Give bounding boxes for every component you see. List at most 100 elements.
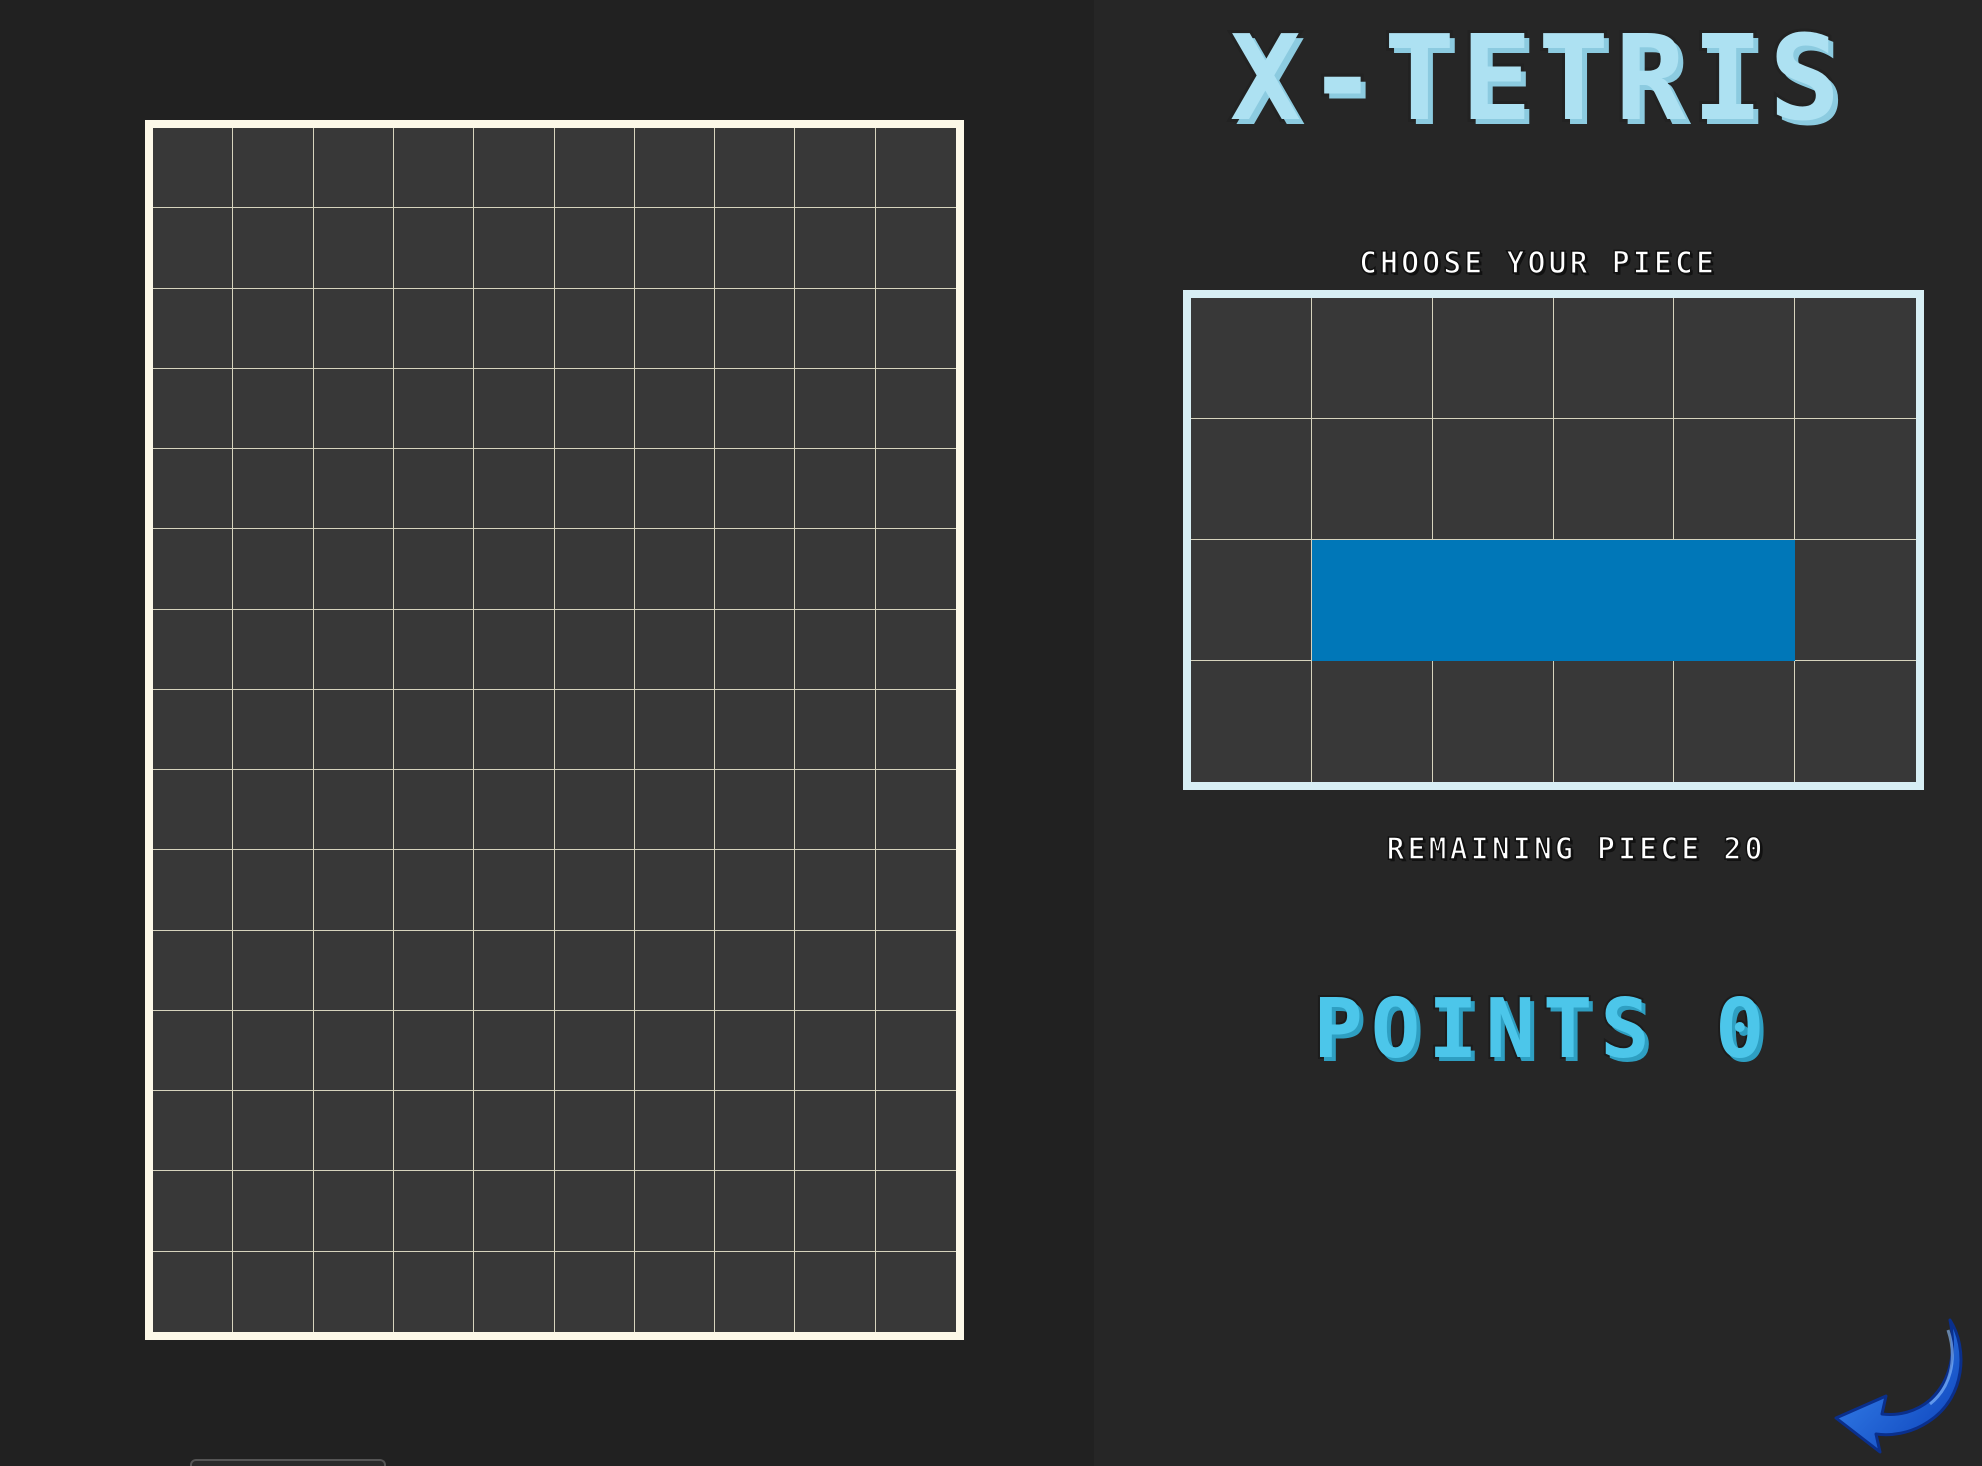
board-cell[interactable] [474, 368, 555, 450]
board-cell[interactable] [393, 850, 475, 931]
board-cell[interactable] [875, 288, 956, 369]
board-cell[interactable] [715, 770, 796, 851]
board-cell[interactable] [233, 689, 314, 771]
board-cell[interactable] [474, 449, 555, 530]
board-cell[interactable] [233, 208, 314, 289]
board-cell[interactable] [875, 850, 956, 931]
board-cell[interactable] [634, 529, 716, 610]
board-cell[interactable] [634, 1251, 716, 1332]
board-cell[interactable] [153, 770, 234, 851]
board-cell[interactable] [715, 128, 796, 209]
board-cell[interactable] [233, 1251, 314, 1332]
board-cell[interactable] [474, 1171, 555, 1252]
board-cell[interactable] [393, 689, 475, 771]
board-cell[interactable] [233, 1171, 314, 1252]
board-cell[interactable] [875, 208, 956, 289]
board-cell[interactable] [393, 449, 475, 530]
board-cell[interactable] [393, 288, 475, 369]
board-cell[interactable] [795, 930, 876, 1011]
board-cell[interactable] [634, 449, 716, 530]
board-cell[interactable] [634, 1010, 716, 1092]
board-cell[interactable] [875, 609, 956, 690]
board-cell[interactable] [875, 689, 956, 771]
board-cell[interactable] [715, 689, 796, 771]
board-cell[interactable] [313, 689, 394, 771]
board-cell[interactable] [313, 1251, 394, 1332]
board-cell[interactable] [554, 1251, 635, 1332]
board-cell[interactable] [554, 1010, 635, 1092]
board-cell[interactable] [233, 930, 314, 1011]
piece-preview[interactable] [1183, 290, 1924, 790]
board-cell[interactable] [875, 1010, 956, 1092]
board-cell[interactable] [313, 1010, 394, 1092]
board-cell[interactable] [153, 128, 234, 209]
board-cell[interactable] [153, 208, 234, 289]
board-cell[interactable] [875, 368, 956, 450]
board-cell[interactable] [393, 770, 475, 851]
board-cell[interactable] [474, 770, 555, 851]
board-cell[interactable] [715, 1010, 796, 1092]
board-cell[interactable] [875, 1171, 956, 1252]
board-cell[interactable] [715, 208, 796, 289]
board-cell[interactable] [715, 529, 796, 610]
board-cell[interactable] [313, 128, 394, 209]
board-cell[interactable] [474, 930, 555, 1011]
board-cell[interactable] [153, 1251, 234, 1332]
board-cell[interactable] [795, 288, 876, 369]
bottom-tab[interactable] [190, 1459, 386, 1466]
board-cell[interactable] [474, 208, 555, 289]
board-cell[interactable] [233, 850, 314, 931]
board-cell[interactable] [715, 288, 796, 369]
board-cell[interactable] [313, 529, 394, 610]
board-cell[interactable] [875, 529, 956, 610]
board-cell[interactable] [313, 288, 394, 369]
board-cell[interactable] [795, 368, 876, 450]
board-cell[interactable] [474, 1091, 555, 1172]
board-cell[interactable] [554, 1091, 635, 1172]
board-cell[interactable] [795, 449, 876, 530]
board-cell[interactable] [393, 128, 475, 209]
board-cell[interactable] [715, 850, 796, 931]
board-cell[interactable] [554, 930, 635, 1011]
board-cell[interactable] [393, 1091, 475, 1172]
board-cell[interactable] [634, 850, 716, 931]
board-cell[interactable] [153, 1091, 234, 1172]
board-cell[interactable] [554, 689, 635, 771]
board-cell[interactable] [313, 770, 394, 851]
board-cell[interactable] [795, 1010, 876, 1092]
board-cell[interactable] [715, 368, 796, 450]
board-cell[interactable] [233, 288, 314, 369]
board-cell[interactable] [554, 770, 635, 851]
board-cell[interactable] [474, 689, 555, 771]
board-cell[interactable] [313, 1171, 394, 1252]
board-cell[interactable] [875, 770, 956, 851]
board-cell[interactable] [393, 1251, 475, 1332]
board-cell[interactable] [634, 288, 716, 369]
board-cell[interactable] [313, 449, 394, 530]
board-cell[interactable] [554, 128, 635, 209]
board-cell[interactable] [393, 208, 475, 289]
game-board[interactable] [145, 120, 964, 1340]
board-cell[interactable] [795, 850, 876, 931]
board-cell[interactable] [313, 1091, 394, 1172]
board-cell[interactable] [474, 609, 555, 690]
board-cell[interactable] [233, 449, 314, 530]
board-cell[interactable] [474, 1251, 555, 1332]
board-cell[interactable] [474, 529, 555, 610]
board-cell[interactable] [313, 609, 394, 690]
board-cell[interactable] [313, 208, 394, 289]
board-cell[interactable] [393, 930, 475, 1011]
board-cell[interactable] [153, 288, 234, 369]
board-cell[interactable] [153, 1010, 234, 1092]
board-cell[interactable] [233, 128, 314, 209]
board-cell[interactable] [715, 930, 796, 1011]
board-cell[interactable] [153, 850, 234, 931]
board-cell[interactable] [715, 1171, 796, 1252]
board-cell[interactable] [795, 1171, 876, 1252]
board-cell[interactable] [634, 1091, 716, 1172]
board-cell[interactable] [875, 1091, 956, 1172]
board-cell[interactable] [393, 529, 475, 610]
board-cell[interactable] [875, 128, 956, 209]
board-cell[interactable] [153, 689, 234, 771]
board-cell[interactable] [233, 529, 314, 610]
